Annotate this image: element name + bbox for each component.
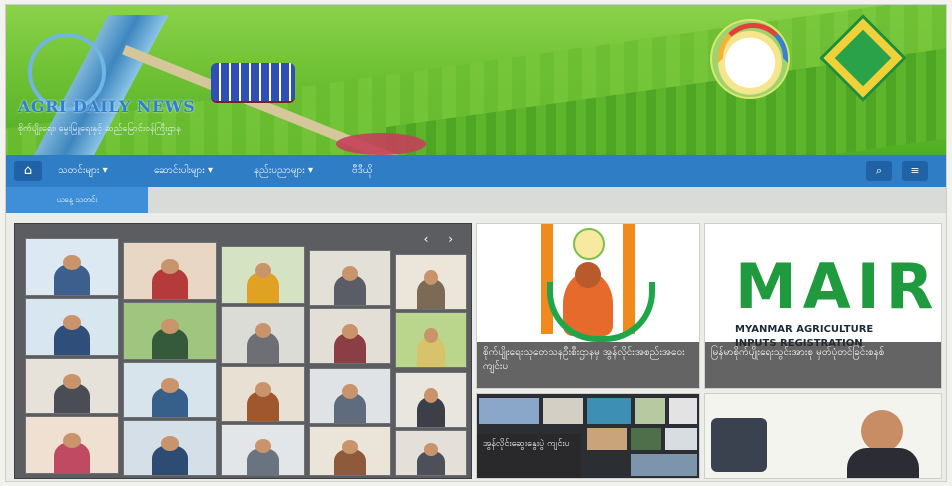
video-tile xyxy=(665,428,697,450)
department-logo-inner xyxy=(834,29,892,87)
video-tile xyxy=(25,238,119,296)
news-card-3[interactable]: အွန်လိုင်းဆွေးနွေးပွဲ ကျင်းပ xyxy=(476,393,700,479)
video-tile xyxy=(25,416,119,474)
participant-head xyxy=(424,443,438,456)
header-banner: AGRI DAILY NEWS စိုက်ပျိုးရေး၊ မွေးမြူရေ… xyxy=(6,5,946,155)
slider-arrows-icon[interactable]: ‹ › xyxy=(424,232,461,246)
news-caption[interactable]: အွန်လိုင်းဆွေးနွေးပွဲ ကျင်းပ xyxy=(477,434,581,478)
speaker-head xyxy=(861,410,903,452)
video-tile xyxy=(309,426,391,476)
site-brand[interactable]: AGRI DAILY NEWS xyxy=(18,97,195,116)
video-tile xyxy=(635,398,665,424)
video-tile xyxy=(587,398,631,424)
video-tile xyxy=(123,420,217,476)
main-navbar: ⌂ သတင်းများ ▾ ဆောင်းပါးများ ▾ နည်းပညာမျာ… xyxy=(6,155,946,187)
participant-head xyxy=(342,440,358,454)
card-image xyxy=(705,394,941,478)
video-tile xyxy=(309,250,391,306)
machine-figure xyxy=(711,418,767,472)
video-tile xyxy=(221,246,305,304)
banner-flowers xyxy=(336,133,426,155)
video-tile xyxy=(395,430,467,476)
video-tile xyxy=(631,454,697,476)
video-tile xyxy=(543,398,583,424)
content-area: ‹ › စိုက်ပျိုးရေးသုတေသနဦးစီးဌာနမှ အွန်လိ… xyxy=(6,213,946,481)
ministry-emblem-icon xyxy=(710,19,790,99)
nav-item-articles[interactable]: ဆောင်းပါးများ ▾ xyxy=(154,155,213,187)
news-card-4[interactable] xyxy=(704,393,942,479)
speaker-figure xyxy=(847,448,919,478)
video-tile xyxy=(309,368,391,424)
menu-icon[interactable]: ≡ xyxy=(902,161,928,181)
news-card-1[interactable]: စိုက်ပျိုးရေးသုတေသနဦးစီးဌာနမှ အွန်လိုင်း… xyxy=(476,223,700,389)
ministry-emblem-icon xyxy=(573,228,605,260)
video-tile xyxy=(25,358,119,414)
video-tile xyxy=(221,424,305,476)
page-frame: AGRI DAILY NEWS စိုက်ပျိုးရေး၊ မွေးမြူရေ… xyxy=(5,4,947,482)
banner-harvester xyxy=(211,63,295,101)
video-tile xyxy=(123,362,217,418)
nav-item-technology[interactable]: နည်းပညာများ ▾ xyxy=(254,155,313,187)
nav-item-video[interactable]: ဗီဒီယို xyxy=(352,155,373,187)
site-tagline: စိုက်ပျိုးရေး၊ မွေးမြူရေးနှင့် ဆည်မြောင်… xyxy=(18,124,181,134)
video-tile xyxy=(669,398,697,424)
leaf-icon xyxy=(547,282,655,342)
video-tile xyxy=(587,428,627,450)
video-tile xyxy=(631,428,661,450)
rainbow-icon xyxy=(718,23,788,63)
mair-logo-text: MAIR xyxy=(735,250,940,323)
nav-item-news[interactable]: သတင်းများ ▾ xyxy=(58,155,108,187)
video-tile xyxy=(123,242,217,300)
tab-today-news[interactable]: ယနေ့ သတင်း xyxy=(6,187,148,213)
video-tile xyxy=(123,302,217,360)
news-card-2[interactable]: MAIR MYANMAR AGRICULTURE INPUTS REGISTRA… xyxy=(704,223,942,389)
search-icon[interactable]: ⌕ xyxy=(866,161,892,181)
home-icon[interactable]: ⌂ xyxy=(14,161,42,181)
video-tile xyxy=(309,308,391,364)
video-tile xyxy=(221,366,305,422)
video-tile xyxy=(479,398,539,424)
sub-navbar: ယနေ့ သတင်း xyxy=(6,187,946,213)
mair-subtitle: MYANMAR AGRICULTURE xyxy=(735,324,874,335)
graphic-bar xyxy=(541,224,553,334)
video-tile xyxy=(221,306,305,364)
participant-head xyxy=(254,439,272,453)
news-caption[interactable]: မြန်မာစိုက်ပျိုးရေးသွင်းအားစု မှတ်ပုံတင်… xyxy=(705,342,941,388)
video-tile xyxy=(395,254,467,310)
video-tile xyxy=(395,372,467,428)
featured-slider[interactable]: ‹ › xyxy=(14,223,472,479)
news-caption[interactable]: စိုက်ပျိုးရေးသုတေသနဦးစီးဌာနမှ အွန်လိုင်း… xyxy=(477,342,699,388)
video-tile xyxy=(395,312,467,368)
video-tile xyxy=(25,298,119,356)
